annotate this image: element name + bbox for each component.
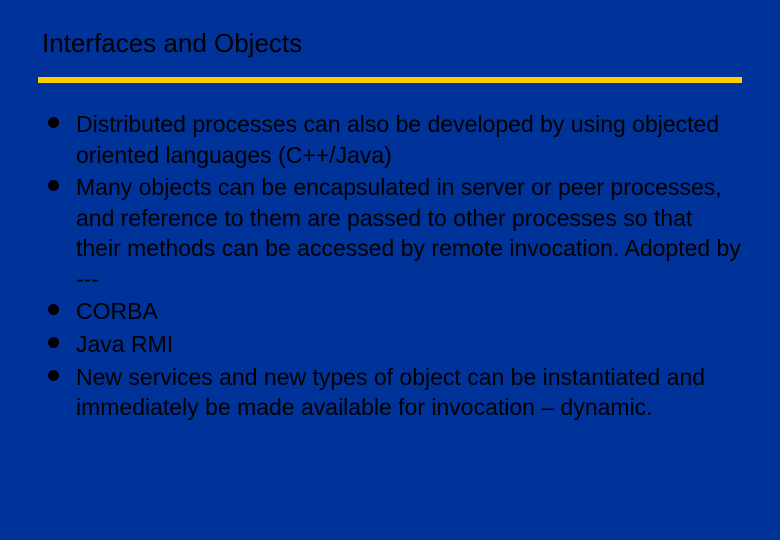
list-item: Distributed processes can also be develo… — [46, 109, 742, 170]
bullet-text: New services and new types of object can… — [76, 364, 705, 421]
bullet-icon — [48, 304, 59, 315]
list-item: Java RMI — [46, 329, 742, 360]
bullet-list: Distributed processes can also be develo… — [38, 109, 742, 423]
page-title: Interfaces and Objects — [42, 28, 742, 59]
bullet-text: Java RMI — [76, 331, 173, 357]
bullet-icon — [48, 117, 59, 128]
bullet-icon — [48, 337, 59, 348]
bullet-icon — [48, 180, 59, 191]
bullet-text: Many objects can be encapsulated in serv… — [76, 174, 741, 292]
bullet-text: Distributed processes can also be develo… — [76, 111, 719, 168]
list-item: New services and new types of object can… — [46, 362, 742, 423]
slide: Interfaces and Objects Distributed proce… — [0, 0, 780, 540]
bullet-icon — [48, 370, 59, 381]
list-item: CORBA — [46, 296, 742, 327]
title-rule — [38, 77, 742, 83]
bullet-text: CORBA — [76, 298, 158, 324]
list-item: Many objects can be encapsulated in serv… — [46, 172, 742, 294]
